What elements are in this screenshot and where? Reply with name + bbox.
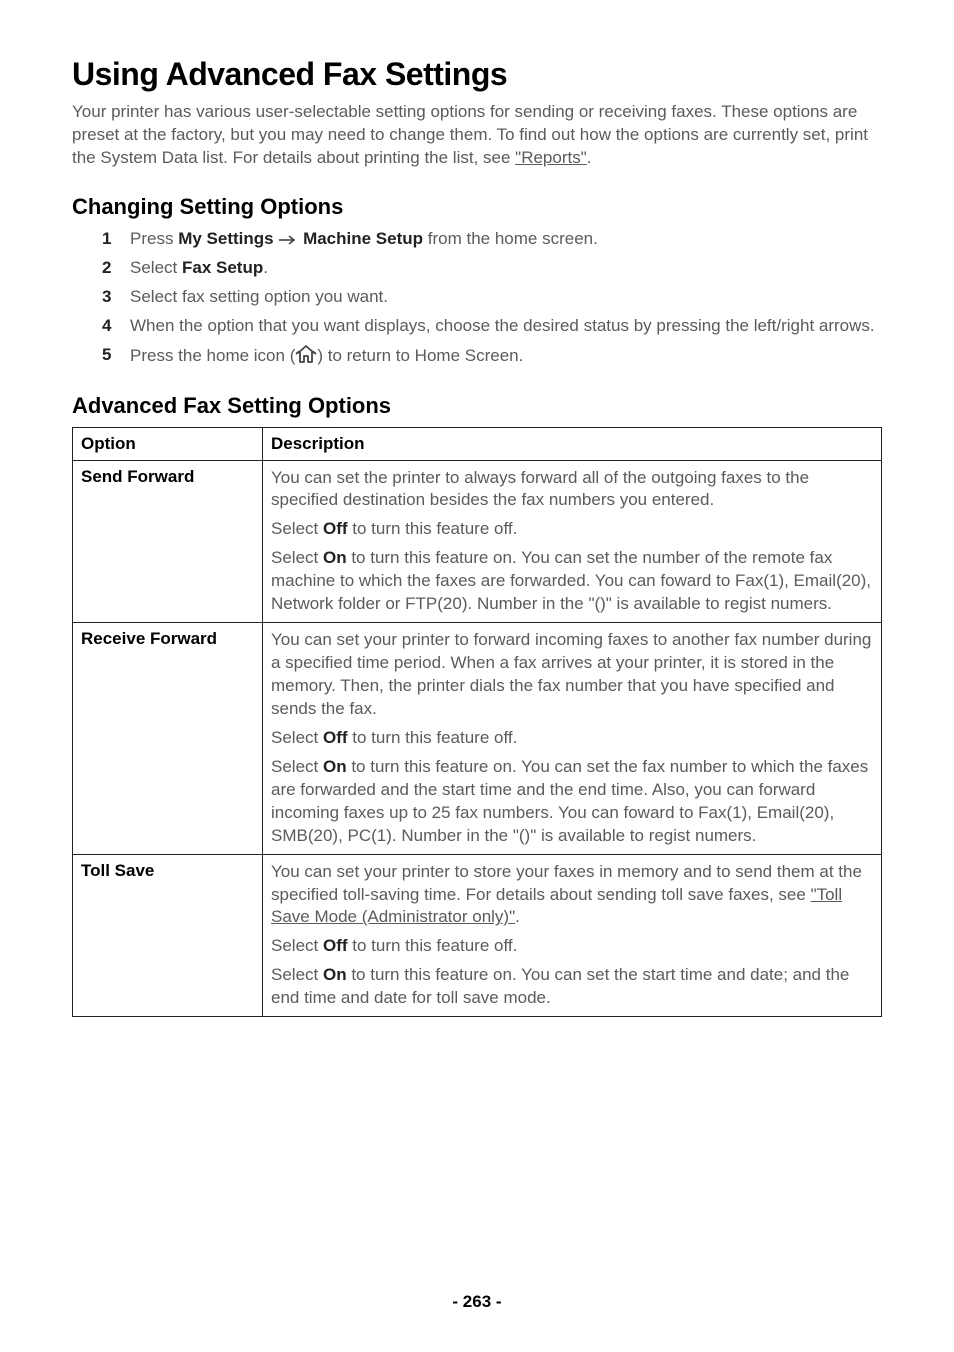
step-3: 3 Select fax setting option you want.: [102, 286, 882, 309]
desc-text: to turn this feature on. You can set the…: [271, 965, 849, 1007]
desc-paragraph: You can set the printer to always forwar…: [271, 467, 873, 513]
intro-after: .: [587, 148, 592, 167]
desc-text: .: [515, 907, 520, 926]
intro-text: Your printer has various user-selectable…: [72, 102, 868, 167]
step-text: Press the home icon (: [130, 346, 295, 365]
desc-text: Select: [271, 728, 323, 747]
step-text: ) to return to Home Screen.: [317, 346, 523, 365]
step-bold: Machine Setup: [303, 229, 423, 248]
description-cell: You can set your printer to store your f…: [263, 854, 882, 1017]
step-1: 1 Press My Settings Machine Setup from t…: [102, 228, 882, 251]
step-2: 2 Select Fax Setup.: [102, 257, 882, 280]
heading-advanced-fax-setting-options: Advanced Fax Setting Options: [72, 393, 882, 419]
page-title: Using Advanced Fax Settings: [72, 56, 882, 93]
step-number: 1: [102, 228, 116, 251]
desc-text: to turn this feature off.: [348, 519, 518, 538]
step-body: Select fax setting option you want.: [130, 286, 882, 309]
desc-bold: On: [323, 757, 347, 776]
table-row: Send Forward You can set the printer to …: [73, 460, 882, 623]
desc-bold: On: [323, 965, 347, 984]
desc-bold: On: [323, 548, 347, 567]
reports-link[interactable]: "Reports": [515, 148, 587, 167]
option-cell: Toll Save: [73, 854, 263, 1017]
step-body: Select Fax Setup.: [130, 257, 882, 280]
option-cell: Send Forward: [73, 460, 263, 623]
intro-paragraph: Your printer has various user-selectable…: [72, 101, 882, 170]
step-body: Press My Settings Machine Setup from the…: [130, 228, 882, 251]
step-bold: Fax Setup: [182, 258, 263, 277]
desc-paragraph: Select Off to turn this feature off.: [271, 518, 873, 541]
desc-bold: Off: [323, 728, 348, 747]
table-row: Receive Forward You can set your printer…: [73, 623, 882, 854]
options-table: Option Description Send Forward You can …: [72, 427, 882, 1018]
col-option: Option: [73, 427, 263, 460]
step-number: 3: [102, 286, 116, 309]
desc-text: Select: [271, 548, 323, 567]
heading-changing-setting-options: Changing Setting Options: [72, 194, 882, 220]
table-row: Toll Save You can set your printer to st…: [73, 854, 882, 1017]
desc-text: to turn this feature on. You can set the…: [271, 757, 868, 845]
desc-paragraph: Select On to turn this feature on. You c…: [271, 756, 873, 848]
step-number: 4: [102, 315, 116, 338]
desc-text: Select: [271, 965, 323, 984]
desc-text: to turn this feature off.: [348, 936, 518, 955]
desc-bold: Off: [323, 936, 348, 955]
step-text: from the home screen.: [423, 229, 598, 248]
desc-paragraph: Select On to turn this feature on. You c…: [271, 547, 873, 616]
step-bold: My Settings: [178, 229, 273, 248]
option-cell: Receive Forward: [73, 623, 263, 854]
description-cell: You can set your printer to forward inco…: [263, 623, 882, 854]
step-4: 4 When the option that you want displays…: [102, 315, 882, 338]
desc-paragraph: You can set your printer to forward inco…: [271, 629, 873, 721]
step-5: 5 Press the home icon ( ) to return to Ho…: [102, 344, 882, 371]
step-text: Select: [130, 258, 182, 277]
desc-text: You can set your printer to store your f…: [271, 862, 862, 904]
step-text: .: [263, 258, 268, 277]
col-description: Description: [263, 427, 882, 460]
step-number: 2: [102, 257, 116, 280]
description-cell: You can set the printer to always forwar…: [263, 460, 882, 623]
desc-text: to turn this feature off.: [348, 728, 518, 747]
desc-text: to turn this feature on. You can set the…: [271, 548, 871, 613]
home-icon: [295, 344, 317, 371]
steps-list: 1 Press My Settings Machine Setup from t…: [102, 228, 882, 371]
step-text: Press: [130, 229, 178, 248]
table-header-row: Option Description: [73, 427, 882, 460]
desc-paragraph: Select Off to turn this feature off.: [271, 727, 873, 750]
arrow-icon: [278, 229, 298, 252]
desc-paragraph: Select On to turn this feature on. You c…: [271, 964, 873, 1010]
step-body: Press the home icon ( ) to return to Home…: [130, 344, 882, 371]
page-number: - 263 -: [0, 1292, 954, 1312]
desc-text: Select: [271, 936, 323, 955]
step-body: When the option that you want displays, …: [130, 315, 882, 338]
desc-text: Select: [271, 519, 323, 538]
desc-text: Select: [271, 757, 323, 776]
step-text: Select fax setting option you want.: [130, 287, 388, 306]
desc-paragraph: You can set your printer to store your f…: [271, 861, 873, 930]
desc-bold: Off: [323, 519, 348, 538]
desc-paragraph: Select Off to turn this feature off.: [271, 935, 873, 958]
step-number: 5: [102, 344, 116, 371]
step-text: When the option that you want displays, …: [130, 316, 875, 335]
